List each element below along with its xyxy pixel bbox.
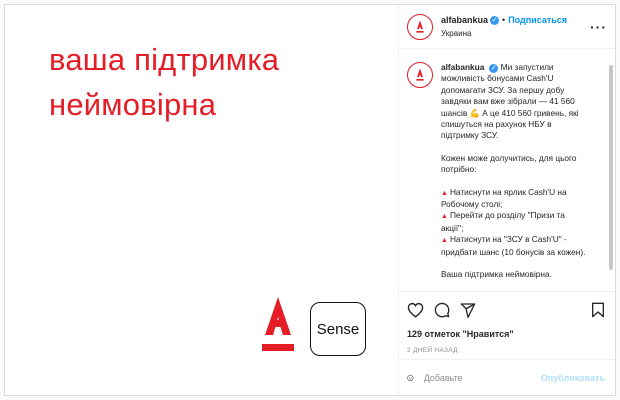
red-triangle-icon: ▲	[441, 213, 448, 221]
alfa-avatar-icon	[416, 19, 424, 33]
alfa-bank-logo	[262, 297, 294, 351]
verified-icon: ✓	[490, 15, 500, 25]
caption-text: alfabankua ✓ Ми запустили можливість бону…	[441, 62, 585, 291]
caption-line: спишуться на рахунок НБУ в	[441, 119, 552, 130]
instagram-post-window: ваша підтримка неймовірна Sense alfabank…	[4, 4, 616, 396]
caption-closing: Ваша підтримка неймовірна.	[441, 269, 552, 280]
profile-avatar[interactable]	[407, 13, 433, 40]
caption-line: потрібно:	[441, 164, 477, 175]
sense-logo: Sense	[310, 302, 366, 356]
header-text: alfabankua ✓ • Подписаться Украина	[441, 14, 584, 40]
like-heart-icon[interactable]	[407, 302, 424, 318]
verified-icon: ✓	[489, 64, 499, 73]
caption-intro: alfabankua ✓ Ми запустили можливість бону…	[441, 62, 585, 142]
header-username[interactable]: alfabankua	[441, 14, 488, 27]
caption-line: допомагати ЗСУ. За першу добу	[441, 84, 565, 95]
caption-line: Кожен може долучитись, для цього	[441, 152, 577, 163]
caption-username[interactable]: alfabankua	[441, 62, 484, 72]
header-separator: •	[502, 14, 506, 25]
alfa-avatar-icon	[416, 68, 424, 81]
caption-line: шансів 💪 А це 410 560 гривень, які	[441, 107, 579, 118]
post-location[interactable]: Украина	[441, 27, 584, 40]
step-text: акції";	[441, 222, 464, 233]
red-triangle-icon: ▲	[441, 189, 448, 197]
step-text: Перейти до розділу "Призи та	[449, 210, 565, 221]
post-sidebar: alfabankua ✓ • Подписаться Украина ··· a…	[399, 5, 615, 395]
step-text: Натиснути на "ЗСУ в Cash'U" -	[449, 234, 567, 245]
red-triangle-icon: ▲	[441, 237, 448, 245]
bookmark-icon[interactable]	[591, 302, 605, 318]
caption-how-to: Кожен може долучитись, для цього потрібн…	[441, 153, 585, 176]
headline-line-2: неймовірна	[49, 87, 217, 122]
step-text: придбати шанс (10 бонусів за кожен).	[441, 246, 586, 257]
post-timestamp[interactable]: 2 дней назад	[407, 347, 605, 354]
comment-icon[interactable]	[434, 302, 450, 318]
follow-button[interactable]: Подписаться	[508, 14, 567, 27]
caption-line: Ми запустили	[500, 62, 554, 72]
action-icons-row	[407, 300, 605, 320]
caption-steps: ▲ Натиснути на ярлик Cash'U на Робочому с…	[441, 187, 585, 258]
comment-input[interactable]	[423, 372, 541, 383]
more-options-icon[interactable]: ···	[584, 19, 607, 35]
caption-avatar[interactable]	[407, 62, 433, 88]
step-text: Натиснути на ярлик Cash'U на	[449, 186, 567, 197]
emoji-icon[interactable]	[407, 370, 414, 386]
caption-section: alfabankua ✓ Ми запустили можливість бону…	[399, 49, 615, 291]
post-headline: ваша підтримка неймовірна	[49, 37, 279, 127]
caption-scrollbar[interactable]	[609, 65, 613, 270]
likes-count[interactable]: 129 отметок "Нравится"	[407, 329, 605, 339]
share-send-icon[interactable]	[460, 302, 476, 318]
caption-line: завдяки вам вже зібрали — 41 560	[441, 96, 575, 107]
caption-line: підтримку ЗСУ.	[441, 130, 499, 141]
post-actions: 129 отметок "Нравится" 2 дней назад	[399, 291, 615, 354]
publish-button[interactable]: Опубликовать	[541, 373, 605, 383]
step-text: Робочому столі;	[441, 199, 503, 210]
caption-line: можливість бонусами Cash'U	[441, 73, 554, 84]
post-image[interactable]: ваша підтримка неймовірна Sense	[5, 5, 399, 395]
headline-line-1: ваша підтримка	[49, 42, 280, 77]
post-header: alfabankua ✓ • Подписаться Украина ···	[399, 5, 615, 49]
comment-bar: Опубликовать	[399, 359, 615, 395]
